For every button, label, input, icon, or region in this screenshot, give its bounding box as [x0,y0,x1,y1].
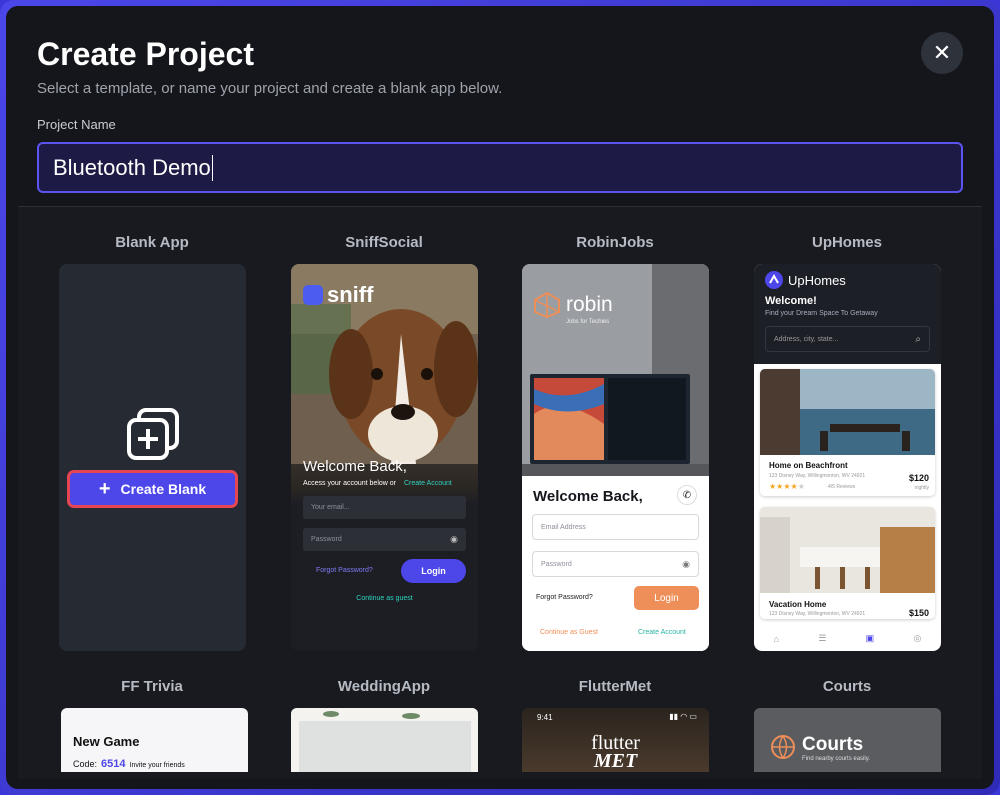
sniff-forgot-link[interactable]: Forgot Password? [316,567,373,574]
add-pages-icon [125,406,181,467]
listing1-reviews: 4/5 Reviews [828,484,856,490]
template-name-uphomes: UpHomes [811,234,882,251]
template-name-fftrivia: FF Trivia [121,678,183,695]
sniff-heading: Welcome Back, [303,458,407,475]
weddingapp-card[interactable] [291,708,478,772]
uphomes-tagline: Find your Dream Space To Getaway [765,310,878,317]
uphomes-logo-icon [765,271,783,289]
listing2-title: Vacation Home [769,600,827,609]
status-time: 9:41 [537,713,553,722]
phone-icon[interactable]: ✆ [677,485,697,505]
robinjobs-card[interactable]: robin Jobs for Techies Welcome Back, ✆ E… [522,264,709,651]
listing1-price: $120 [908,473,929,483]
vacation-home-photo [760,507,935,593]
project-name-input[interactable]: Bluetooth Demo [37,142,963,193]
project-name-value: Bluetooth Demo [53,154,211,180]
trivia-code-value: 6514 [101,758,126,770]
sniff-logo-text: sniff [327,282,374,307]
listing1-title: Home on Beachfront [769,461,848,470]
eye-off-icon[interactable]: ◉ [450,534,458,545]
uphomes-search-placeholder: Address, city, state... [774,335,839,343]
profile-icon[interactable]: ◎ [913,633,921,644]
trivia-invite: Invite your friends [129,762,185,769]
fftrivia-card[interactable]: New Game Code: 6514 Invite your friends [61,708,248,772]
uphomes-card[interactable]: UpHomes Welcome! Find your Dream Space T… [754,264,941,651]
courts-title: Courts [802,734,864,755]
sniff-email-field[interactable]: Your email... [303,496,466,519]
fluttermet-card[interactable]: 9:41 ▮▮ ◠ ▭ flutter MET [522,708,709,772]
rating-stars: ★★★★★ [769,482,805,491]
chat-icon[interactable]: ▣ [866,633,875,644]
wedding-photo [291,708,478,772]
template-name-fluttermet: FlutterMet [578,678,652,695]
uphomes-logo: UpHomes [765,271,846,289]
text-caret [211,154,213,181]
robin-create-link[interactable]: Create Account [638,629,686,636]
robin-password-field[interactable]: Password ◉ [532,551,699,577]
sniff-logo: sniff [303,282,373,308]
sniff-password-placeholder: Password [311,536,342,543]
create-blank-button[interactable]: + Create Blank [67,470,238,508]
robin-tagline: Jobs for Techies [566,319,610,325]
robin-guest-link[interactable]: Continue as Guest [540,629,598,636]
blank-app-card[interactable]: + Create Blank [59,264,246,651]
status-icons: ▮▮ ◠ ▭ [669,712,697,721]
create-blank-label: Create Blank [120,481,207,497]
dog-logo-icon [303,285,323,305]
robin-email-field[interactable]: Email Address [532,514,699,540]
robin-logo-icon [534,292,560,318]
template-name-robinjobs: RobinJobs [576,234,654,251]
template-name-blank: Blank App [115,234,189,251]
basketball-icon [771,735,795,759]
uphomes-welcome: Welcome! [765,295,817,307]
plus-icon: + [98,478,111,500]
template-name-courts: Courts [822,678,872,695]
courts-tagline: Find nearby courts easily. [802,756,870,762]
robin-password-placeholder: Password [541,560,572,568]
trivia-code: Code: 6514 Invite your friends [73,758,185,770]
robin-login-button[interactable]: Login [634,586,699,610]
uphomes-logo-text: UpHomes [788,272,846,288]
robin-forgot-link[interactable]: Forgot Password? [536,594,593,601]
robin-login-panel: Welcome Back, ✆ Email Address Password ◉… [522,476,709,651]
uphomes-search-field[interactable]: Address, city, state... ⌕ [765,326,930,352]
dialog-title: Create Project [37,36,254,72]
close-button[interactable]: ✕ [921,32,963,74]
trivia-code-label: Code: [73,759,98,769]
listing1-address: 123 Disney Way, Willingmonton, WV 24921 [769,473,866,479]
template-name-weddingapp: WeddingApp [337,678,431,695]
sniff-sub: Access your account below or [303,480,396,487]
sniffsocial-card[interactable]: sniff Welcome Back, Access your account … [291,264,478,651]
eye-off-icon[interactable]: ◉ [682,559,690,570]
uphomes-header: UpHomes Welcome! Find your Dream Space T… [754,264,941,364]
home-icon[interactable]: ⌂ [774,634,779,644]
listing1-unit: nightly [914,485,929,491]
listing2-address: 123 Disney Way, Willingmonton, WV 24921 [769,611,866,617]
sniff-create-link[interactable]: Create Account [404,480,452,487]
uphomes-bottom-nav: ⌂ ☰ ▣ ◎ [754,626,941,651]
sniff-subtext: Access your account below or Create Acco… [303,480,452,487]
listing2-price: $150 [908,608,929,618]
list-icon[interactable]: ☰ [818,633,826,644]
close-icon: ✕ [932,40,952,65]
sniff-login-button[interactable]: Login [401,559,466,583]
create-project-dialog: Create Project Select a template, or nam… [6,6,994,789]
sniff-password-field[interactable]: Password ◉ [303,528,466,551]
robin-logo-text: robin [566,293,613,316]
project-name-label: Project Name [37,117,116,132]
fluttermet-logo-bottom: MET [593,750,638,772]
courts-card[interactable]: Courts Find nearby courts easily. [754,708,941,772]
robin-logo: robin [534,292,613,318]
dialog-subtitle: Select a template, or name your project … [37,80,503,97]
robin-heading: Welcome Back, [533,488,643,505]
listing-card[interactable]: Home on Beachfront 123 Disney Way, Willi… [760,369,935,496]
beachfront-photo [760,369,935,455]
trivia-heading: New Game [73,734,140,749]
search-icon[interactable]: ⌕ [915,334,921,345]
sniff-guest-link[interactable]: Continue as guest [291,595,478,602]
template-name-sniffsocial: SniffSocial [345,234,423,251]
listing-card[interactable]: Vacation Home 123 Disney Way, Willingmon… [760,507,935,619]
